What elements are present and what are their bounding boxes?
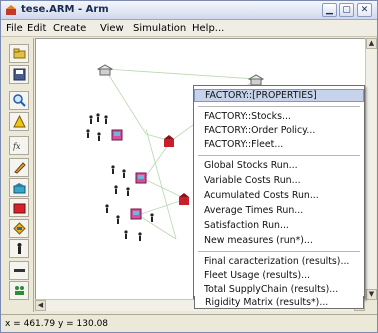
menu-create[interactable]: Create bbox=[53, 23, 86, 34]
node-warehouse-top-right[interactable] bbox=[247, 74, 265, 86]
node-warehouse-top-left[interactable] bbox=[96, 64, 114, 76]
tool-warning[interactable] bbox=[9, 112, 29, 131]
ctx-factory-properties[interactable]: FACTORY::[PROPERTIES] bbox=[194, 89, 364, 102]
close-icon: ✕ bbox=[360, 5, 369, 15]
scroll-left-button[interactable]: ◀ bbox=[35, 300, 46, 311]
ctx-global-stocks-run[interactable]: Global Stocks Run... bbox=[194, 159, 364, 172]
window-title: tese.ARM - Arm bbox=[21, 4, 109, 15]
minimize-icon: ▁ bbox=[326, 5, 333, 15]
svg-text:fx: fx bbox=[13, 142, 21, 151]
tool-factory[interactable] bbox=[9, 178, 29, 197]
menu-simulation[interactable]: Simulation bbox=[133, 23, 186, 34]
ctx-variable-costs-run[interactable]: Variable Costs Run... bbox=[194, 174, 364, 187]
tool-warehouse[interactable] bbox=[9, 219, 29, 238]
left-toolbar: fx bbox=[1, 38, 34, 312]
app-icon bbox=[6, 5, 16, 15]
zoom-in-icon bbox=[13, 94, 26, 107]
maximize-icon: ▢ bbox=[342, 5, 351, 15]
status-bar: x = 461.79 y = 130.08 bbox=[1, 314, 377, 332]
arrow-down-icon: ▼ bbox=[368, 290, 375, 298]
tool-stock[interactable] bbox=[9, 198, 29, 217]
menu-file[interactable]: File bbox=[6, 23, 23, 34]
stock-icon bbox=[13, 203, 26, 214]
tool-pencil[interactable] bbox=[9, 158, 29, 177]
tool-person[interactable] bbox=[9, 239, 29, 258]
ctx-separator bbox=[198, 155, 360, 156]
tool-function[interactable]: fx bbox=[9, 136, 29, 155]
ctx-factory-stocks[interactable]: FACTORY::Stocks... bbox=[194, 110, 364, 123]
context-menu: FACTORY::[PROPERTIES] FACTORY::Stocks...… bbox=[193, 85, 365, 299]
close-button[interactable]: ✕ bbox=[357, 3, 372, 17]
ctx-satisfaction-run[interactable]: Satisfaction Run... bbox=[194, 219, 364, 232]
tool-group[interactable] bbox=[9, 281, 29, 300]
scroll-up-button[interactable]: ▲ bbox=[366, 38, 377, 49]
ctx-acumulated-costs-run[interactable]: Acumulated Costs Run... bbox=[194, 189, 364, 202]
ctx-final-caracterization[interactable]: Final caracterization (results)... bbox=[194, 255, 364, 268]
title-bar[interactable]: tese.ARM - Arm ▁ ▢ ✕ bbox=[1, 1, 377, 20]
ctx-average-times-run[interactable]: Average Times Run... bbox=[194, 204, 364, 217]
vertical-scrollbar[interactable]: ▲ ▼ bbox=[365, 38, 377, 300]
save-icon bbox=[13, 68, 26, 81]
factory-icon bbox=[13, 183, 26, 194]
tool-zoom[interactable] bbox=[9, 91, 29, 110]
group-icon bbox=[15, 286, 24, 295]
app-window: tese.ARM - Arm ▁ ▢ ✕ File Edit Create Vi… bbox=[0, 0, 378, 333]
maximize-button[interactable]: ▢ bbox=[339, 3, 354, 17]
menu-edit[interactable]: Edit bbox=[27, 23, 46, 34]
pencil-icon bbox=[14, 162, 26, 174]
node-stock-1[interactable] bbox=[164, 135, 174, 147]
menu-view[interactable]: View bbox=[100, 23, 124, 34]
ctx-new-measures-run[interactable]: New measures (run*)... bbox=[194, 234, 364, 247]
person-icon bbox=[17, 243, 22, 254]
menu-help[interactable]: Help... bbox=[192, 23, 224, 34]
tool-open[interactable] bbox=[9, 44, 29, 63]
scroll-down-button[interactable]: ▼ bbox=[366, 289, 377, 300]
function-icon: fx bbox=[13, 142, 21, 151]
arrow-left-icon: ◀ bbox=[37, 301, 44, 309]
node-factory-1[interactable] bbox=[111, 129, 123, 141]
ctx-fleet-usage[interactable]: Fleet Usage (results)... bbox=[194, 269, 364, 282]
ctx-separator bbox=[198, 251, 360, 252]
arrow-up-icon: ▲ bbox=[368, 39, 375, 47]
cursor-coordinates: x = 461.79 y = 130.08 bbox=[5, 319, 109, 329]
ctx-total-supplychain[interactable]: Total SupplyChain (results)... bbox=[194, 283, 364, 296]
tool-save[interactable] bbox=[9, 65, 29, 84]
link-icon bbox=[14, 269, 25, 272]
tool-link[interactable] bbox=[9, 261, 29, 280]
open-icon bbox=[13, 48, 26, 59]
node-stock-2[interactable] bbox=[179, 193, 189, 205]
menu-bar: File Edit Create View Simulation Help... bbox=[1, 20, 377, 37]
node-factory-2[interactable] bbox=[135, 172, 147, 184]
ctx-rigidity-matrix[interactable]: Rigidity Matrix (results*)... bbox=[194, 296, 364, 309]
minimize-button[interactable]: ▁ bbox=[322, 3, 337, 17]
warning-icon bbox=[13, 115, 26, 128]
ctx-separator bbox=[198, 106, 360, 107]
ctx-factory-fleet[interactable]: FACTORY::Fleet... bbox=[194, 138, 364, 151]
ctx-factory-order-policy[interactable]: FACTORY::Order Policy... bbox=[194, 124, 364, 137]
node-factory-3[interactable] bbox=[130, 208, 142, 220]
warehouse-icon bbox=[13, 222, 26, 235]
